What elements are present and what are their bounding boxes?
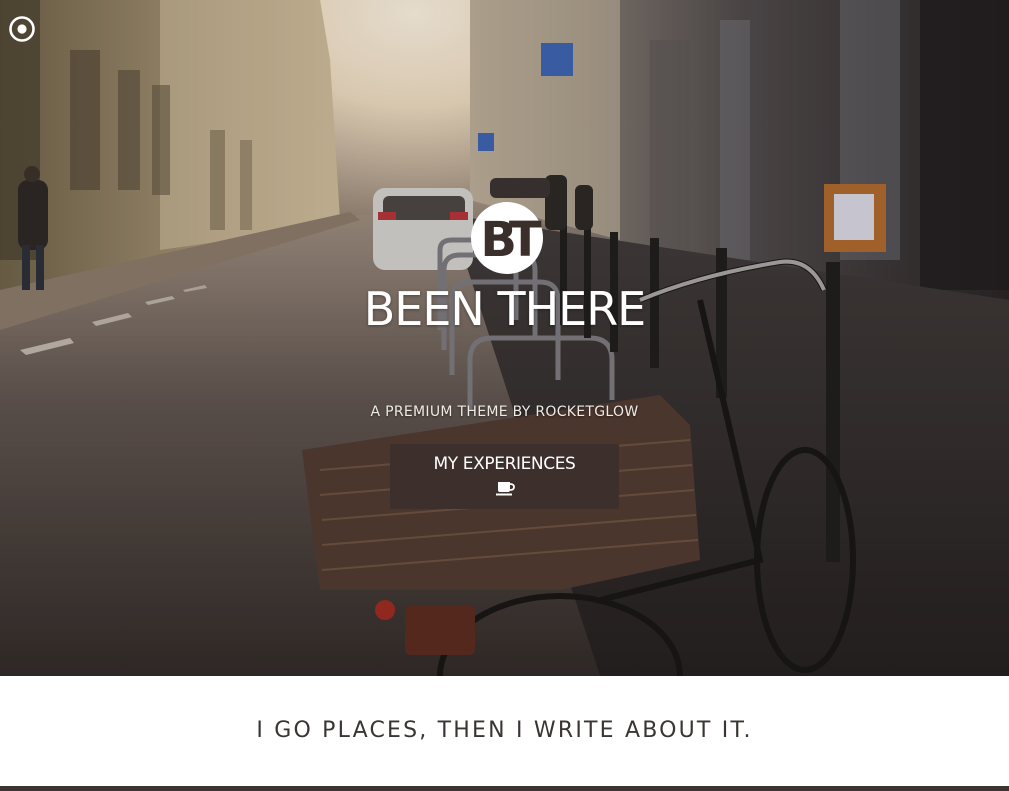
coffee-cup-icon bbox=[496, 482, 515, 496]
intro-headline: I GO PLACES, THEN I WRITE ABOUT IT. bbox=[256, 718, 753, 743]
site-tagline: A PREMIUM THEME BY ROCKETGLOW bbox=[370, 404, 639, 420]
logo-monogram: BT bbox=[480, 212, 542, 268]
my-experiences-button[interactable]: MY EXPERIENCES bbox=[390, 444, 619, 509]
circle-menu-icon[interactable] bbox=[8, 15, 36, 43]
hero-section: BT BEEN THERE A PREMIUM THEME BY ROCKETG… bbox=[0, 0, 1009, 676]
intro-section: I GO PLACES, THEN I WRITE ABOUT IT. bbox=[0, 676, 1009, 786]
site-logo-badge[interactable]: BT bbox=[470, 199, 544, 277]
my-experiences-label: MY EXPERIENCES bbox=[433, 454, 576, 474]
section-divider-bar bbox=[0, 786, 1009, 791]
site-title[interactable]: BEEN THERE bbox=[0, 279, 1009, 339]
